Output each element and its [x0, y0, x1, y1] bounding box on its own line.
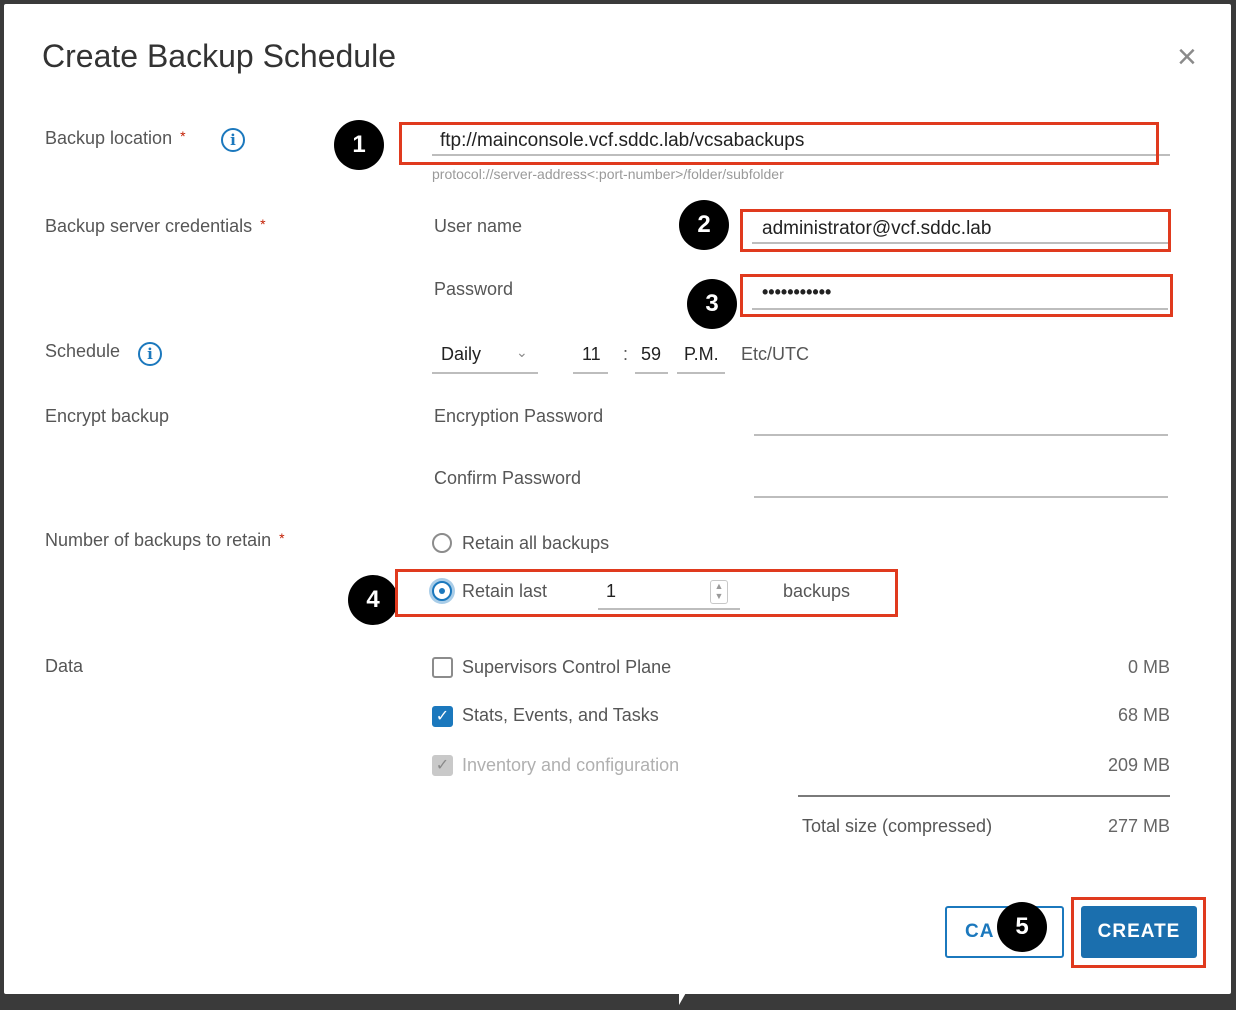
- frequency-value: Daily: [441, 344, 482, 364]
- highlight-box-5: [1071, 897, 1206, 968]
- schedule-ampm-select[interactable]: P.M.: [677, 342, 725, 374]
- supervisors-checkbox[interactable]: [432, 657, 453, 678]
- total-size-value: 277 MB: [1107, 816, 1170, 836]
- step-marker-2: 2: [679, 200, 729, 250]
- backup-location-label-text: Backup location: [45, 128, 173, 148]
- minute-value: 59: [641, 344, 662, 364]
- required-marker: *: [180, 128, 186, 144]
- required-marker: *: [260, 216, 266, 232]
- required-marker: *: [279, 530, 285, 546]
- highlight-box-2: [740, 209, 1171, 252]
- step-marker-1: 1: [334, 120, 384, 170]
- encryption-password-label: Encryption Password: [434, 406, 604, 426]
- stats-events-checkbox[interactable]: ✓: [432, 706, 453, 727]
- highlight-box-3: [740, 274, 1173, 317]
- data-item-label: Stats, Events, and Tasks: [462, 705, 659, 725]
- retain-label-text: Number of backups to retain: [45, 530, 272, 550]
- data-item-size: 0 MB: [1127, 657, 1170, 677]
- confirm-password-label: Confirm Password: [434, 468, 582, 488]
- timezone-label: Etc/UTC: [741, 344, 810, 364]
- info-icon[interactable]: i: [221, 128, 245, 152]
- mouse-cursor-icon: [679, 991, 687, 1005]
- password-label: Password: [434, 279, 514, 299]
- dialog-title: Create Backup Schedule: [42, 38, 396, 74]
- encryption-password-input[interactable]: [754, 406, 1168, 436]
- highlight-box-1: [399, 122, 1159, 165]
- retain-all-label: Retain all backups: [462, 533, 610, 553]
- step-marker-3: 3: [687, 279, 737, 329]
- encrypt-backup-label: Encrypt backup: [45, 406, 170, 426]
- data-item-label: Inventory and configuration: [462, 755, 680, 775]
- schedule-hour-input[interactable]: 11: [573, 342, 608, 374]
- data-item-size: 68 MB: [1117, 705, 1170, 725]
- total-size-label: Total size (compressed): [802, 816, 993, 836]
- data-item-label: Supervisors Control Plane: [462, 657, 672, 677]
- credentials-label: Backup server credentials *: [45, 216, 266, 237]
- hour-value: 11: [582, 344, 601, 364]
- time-separator: :: [623, 344, 629, 364]
- username-label: User name: [434, 216, 523, 236]
- retain-all-radio[interactable]: [432, 533, 452, 553]
- ampm-value: P.M.: [684, 344, 719, 364]
- info-icon[interactable]: i: [138, 342, 162, 366]
- data-label: Data: [45, 656, 84, 676]
- highlight-box-4: [395, 569, 898, 617]
- schedule-label: Schedule: [45, 341, 121, 361]
- confirm-password-input[interactable]: [754, 468, 1168, 498]
- backup-location-hint: protocol://server-address<:port-number>/…: [432, 166, 784, 182]
- schedule-minute-input[interactable]: 59: [635, 342, 668, 374]
- backup-location-label: Backup location *: [45, 128, 186, 149]
- total-divider: [798, 795, 1170, 797]
- chevron-down-icon: ⌄: [516, 344, 528, 360]
- create-backup-schedule-dialog: Create Backup Schedule × Backup location…: [4, 4, 1231, 994]
- inventory-checkbox: ✓: [432, 755, 453, 776]
- step-marker-5: 5: [997, 902, 1047, 952]
- schedule-frequency-select[interactable]: Daily ⌄: [432, 342, 538, 374]
- step-marker-4: 4: [348, 575, 398, 625]
- credentials-label-text: Backup server credentials: [45, 216, 253, 236]
- data-item-size: 209 MB: [1107, 755, 1170, 775]
- close-icon[interactable]: ×: [1177, 40, 1197, 74]
- retain-label: Number of backups to retain *: [45, 530, 285, 551]
